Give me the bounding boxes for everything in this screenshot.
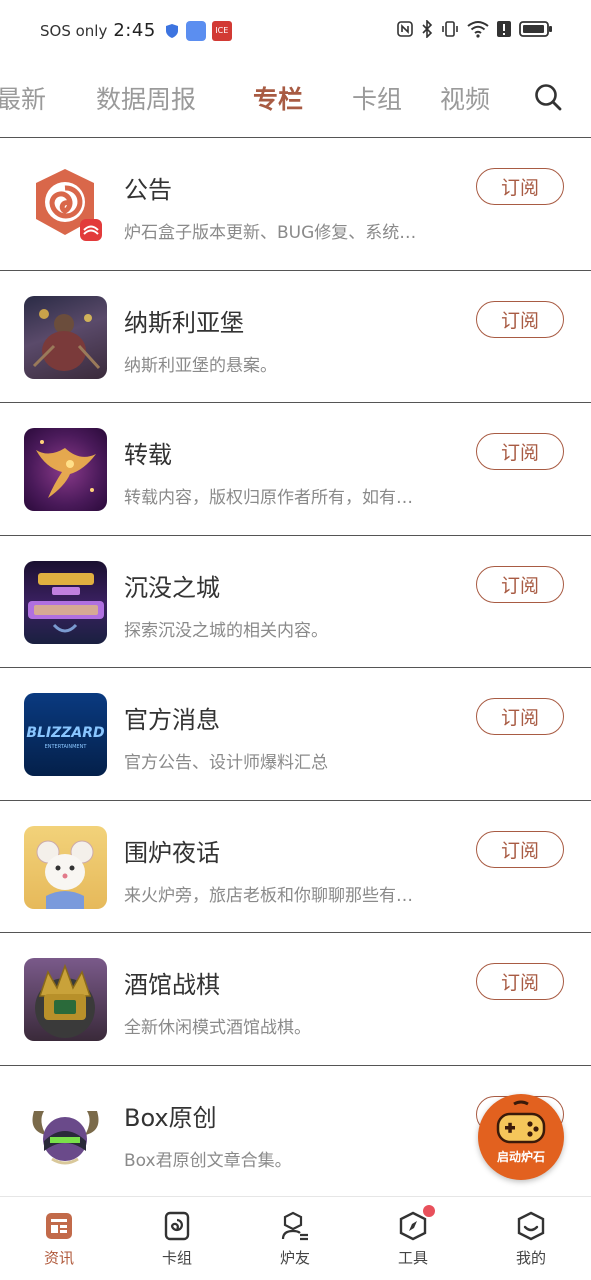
subscribe-button[interactable]: 订阅 (476, 830, 564, 868)
news-icon (46, 1213, 72, 1239)
nathria-art-icon (24, 295, 107, 379)
column-description: 探索沉没之城的相关内容。 (124, 620, 328, 641)
column-description: 纳斯利亚堡的悬案。 (124, 355, 277, 376)
list-item[interactable]: 公告 炉石盒子版本更新、BUG修复、系统… 订阅 (0, 138, 591, 271)
mouse-character-icon (24, 825, 107, 909)
column-title: 官方消息 (124, 706, 220, 734)
app-notification-icon (185, 20, 206, 41)
launch-hearthstone-button[interactable]: 启动炉石 (478, 1094, 564, 1180)
vibrate-icon (442, 21, 458, 37)
nav-item-friends[interactable]: 炉友 (255, 1211, 335, 1268)
column-title: 公告 (124, 176, 172, 204)
subscribe-button[interactable]: 订阅 (476, 168, 564, 205)
notification-badge (423, 1205, 435, 1217)
deck-icon (164, 1211, 190, 1241)
nav-label-news: 资讯 (43, 1249, 74, 1267)
alert-icon (497, 21, 511, 37)
compass-icon (399, 1211, 427, 1241)
nav-label-profile: 我的 (515, 1249, 546, 1267)
subscribe-button[interactable]: 订阅 (476, 963, 564, 1000)
battery-icon (519, 21, 552, 37)
list-item[interactable]: BLIZZARD ENTERTAINMENT 官方消息 官方公告、设计师爆料汇总… (0, 668, 591, 801)
search-icon[interactable] (533, 82, 563, 112)
blizzard-logo-icon: BLIZZARD ENTERTAINMENT (24, 693, 107, 776)
bluetooth-icon (422, 20, 433, 38)
list-item[interactable]: 沉没之城 探索沉没之城的相关内容。 订阅 (0, 536, 591, 668)
column-title: 纳斯利亚堡 (124, 308, 244, 337)
nav-label-friends: 炉友 (279, 1249, 310, 1267)
launch-button-label: 启动炉石 (496, 1150, 545, 1164)
wifi-icon (467, 21, 489, 38)
subscribe-button[interactable]: 订阅 (476, 565, 564, 603)
subscribe-button[interactable]: 订阅 (476, 300, 564, 338)
hearthstone-logo-icon (24, 163, 107, 246)
column-description: 炉石盒子版本更新、BUG修复、系统… (124, 223, 417, 243)
tab-data-weekly[interactable]: 数据周报 (96, 80, 196, 116)
column-title: 围炉夜话 (124, 838, 220, 867)
gamepad-icon (496, 1100, 546, 1144)
clock-time: 2:45 (113, 20, 156, 41)
column-description: Box君原创文章合集。 (124, 1150, 292, 1171)
column-title: Box原创 (124, 1103, 217, 1132)
column-title: 酒馆战棋 (124, 971, 220, 999)
nav-item-news[interactable]: 资讯 (19, 1211, 99, 1268)
list-item[interactable]: 酒馆战棋 全新休闲模式酒馆战棋。 订阅 (0, 933, 591, 1066)
status-bar: SOS only 2:45 ICE (0, 0, 591, 68)
shield-icon (165, 23, 178, 38)
nav-item-profile[interactable]: 我的 (491, 1211, 571, 1268)
sunken-city-icon (24, 560, 107, 644)
list-item[interactable]: 纳斯利亚堡 纳斯利亚堡的悬案。 订阅 (0, 271, 591, 403)
tab-videos[interactable]: 视频 (440, 80, 490, 116)
list-item[interactable]: 转载 转载内容，版权归原作者所有，如有… 订阅 (0, 403, 591, 536)
app-notification-icon-2: ICE (211, 20, 232, 41)
profile-icon (517, 1211, 545, 1241)
battlegrounds-crown-icon (24, 958, 107, 1041)
nav-item-decks[interactable]: 卡组 (137, 1211, 217, 1268)
nav-item-tools[interactable]: 工具 (373, 1205, 453, 1268)
nav-label-decks: 卡组 (161, 1249, 192, 1267)
blizzard-logo-text: BLIZZARD (26, 725, 104, 741)
illidan-avatar-icon (24, 1090, 107, 1174)
friends-icon (281, 1211, 308, 1241)
tab-decks[interactable]: 卡组 (352, 80, 402, 116)
nfc-icon (397, 21, 413, 37)
tab-latest[interactable]: 最新 (0, 80, 46, 116)
column-description: 转载内容，版权归原作者所有，如有… (124, 488, 413, 508)
phoenix-art-icon (24, 428, 107, 511)
bottom-nav: 资讯 卡组 炉友 工具 我的 (0, 1196, 591, 1280)
column-list: 公告 炉石盒子版本更新、BUG修复、系统… 订阅 纳斯利亚堡 纳斯利亚堡的悬案。… (0, 138, 591, 1198)
subscribe-button[interactable]: 订阅 (476, 698, 564, 735)
column-description: 官方公告、设计师爆料汇总 (124, 753, 328, 773)
nav-label-tools: 工具 (397, 1249, 428, 1267)
carrier-text: SOS only (40, 21, 108, 40)
column-tabs: 最新 数据周报 专栏 卡组 视频 (0, 68, 591, 138)
column-title: 转载 (124, 441, 172, 469)
subscribe-button[interactable]: 订阅 (476, 433, 564, 470)
column-description: 全新休闲模式酒馆战棋。 (124, 1018, 311, 1038)
tab-columns[interactable]: 专栏 (253, 80, 303, 116)
list-item[interactable]: 围炉夜话 来火炉旁，旅店老板和你聊聊那些有… 订阅 (0, 801, 591, 933)
column-description: 来火炉旁，旅店老板和你聊聊那些有… (124, 885, 413, 906)
blizzard-logo-subtext: ENTERTAINMENT (45, 744, 88, 750)
column-title: 沉没之城 (124, 573, 220, 602)
